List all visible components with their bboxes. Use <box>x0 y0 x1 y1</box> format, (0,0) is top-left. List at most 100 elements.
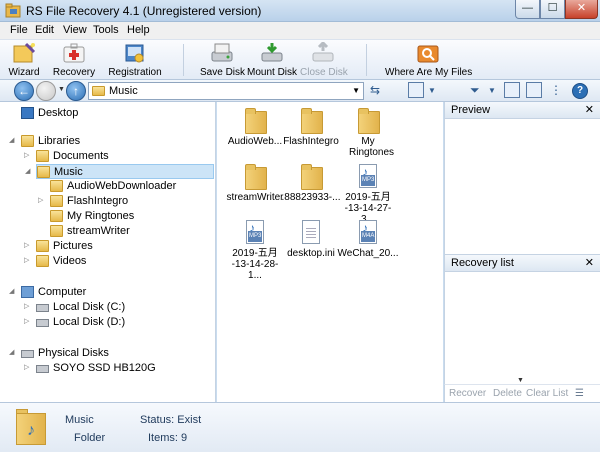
up-button[interactable]: ↑ <box>66 81 86 101</box>
tree-item-audiowebdownloader[interactable]: AudioWebDownloader <box>50 179 210 194</box>
registration-key-icon <box>125 44 144 63</box>
recovery-list-pane: Recovery list ✕ ▼ <box>444 254 600 384</box>
delete-button[interactable]: Delete <box>493 388 522 399</box>
registration-button[interactable]: Registration <box>106 41 164 79</box>
save-disk-icon <box>211 43 233 62</box>
options-icon[interactable]: ⋮ <box>550 83 562 97</box>
mount-disk-button[interactable]: Mount Disk <box>247 41 297 79</box>
close-disk-icon <box>312 42 334 62</box>
menu-edit[interactable]: Edit <box>35 24 54 36</box>
libraries-icon <box>21 135 34 147</box>
close-icon[interactable]: ✕ <box>585 103 594 116</box>
file-item[interactable]: ♪ MP3 2019-五月 -13-14-27-3... <box>335 164 401 225</box>
folder-icon <box>245 108 267 134</box>
clear-list-button[interactable]: Clear List <box>526 388 568 399</box>
view-mode-icon[interactable] <box>408 82 424 98</box>
tree-item-documents[interactable]: ▷ Documents <box>24 149 206 164</box>
menu-bar: File Edit View Tools Help <box>0 22 600 39</box>
window-title: RS File Recovery 4.1 (Unregistered versi… <box>26 4 262 18</box>
expand-icon[interactable]: ▷ <box>24 363 29 371</box>
music-library-icon <box>37 166 50 178</box>
recovery-list-toolbar: Recover Delete Clear List ☰ <box>444 384 600 402</box>
preview-header: Preview ✕ <box>445 102 600 119</box>
where-are-my-files-button[interactable]: Where Are My Files <box>385 41 472 79</box>
selected-type: Folder <box>74 432 106 444</box>
preview-pane-toggle-icon[interactable] <box>504 82 520 98</box>
close-button[interactable]: ✕ <box>565 0 598 19</box>
filter-dropdown-icon[interactable]: ▼ <box>488 86 496 95</box>
tree-item-ssd[interactable]: ▷ SOYO SSD HB120G <box>24 361 206 376</box>
selected-item-count: Items: 9 <box>148 432 188 444</box>
selected-name: Music <box>65 414 94 426</box>
arrow-left-icon: ← <box>18 84 30 98</box>
mp3-file-icon: ♪ MP3 <box>246 220 264 244</box>
forward-button[interactable] <box>36 81 56 101</box>
filter-icon[interactable]: ⏷ <box>470 83 480 98</box>
collapse-icon[interactable]: ◢ <box>25 167 30 175</box>
file-list: AudioWeb... FlashIntegro My Ringtones st… <box>217 102 443 402</box>
close-icon[interactable]: ✕ <box>585 256 594 269</box>
minimize-button[interactable]: — <box>515 0 540 19</box>
refresh-icon[interactable]: ⇆ <box>370 83 380 97</box>
pictures-icon <box>36 240 49 252</box>
tree-item-libraries[interactable]: ◢ Libraries <box>9 134 201 149</box>
file-item[interactable]: ♪ M4A WeChat_20... <box>335 220 401 259</box>
expand-icon[interactable]: ▷ <box>24 317 29 325</box>
history-dropdown-icon[interactable]: ▼ <box>58 86 65 93</box>
tree-item-disk-c[interactable]: ▷ Local Disk (C:) <box>24 300 206 315</box>
selected-status: Status: Exist <box>140 414 202 426</box>
documents-icon <box>36 150 49 162</box>
preview-pane: Preview ✕ <box>444 102 600 254</box>
list-options-icon[interactable]: ☰ <box>575 388 584 399</box>
expand-icon[interactable]: ▷ <box>24 302 29 310</box>
videos-icon <box>36 255 49 267</box>
help-icon[interactable]: ? <box>572 83 588 99</box>
tree-item-disk-d[interactable]: ▷ Local Disk (D:) <box>24 315 206 330</box>
back-button[interactable]: ← <box>14 81 34 101</box>
collapse-icon[interactable]: ◢ <box>9 348 14 356</box>
file-item[interactable]: My Ringtones <box>335 108 401 158</box>
folder-icon <box>50 225 63 237</box>
arrow-up-icon: ↑ <box>73 84 79 98</box>
expand-icon[interactable]: ▷ <box>24 241 29 249</box>
preview-title: Preview <box>451 104 491 116</box>
tree-item-desktop[interactable]: Desktop <box>21 106 201 121</box>
save-disk-button[interactable]: Save Disk <box>200 41 245 79</box>
tree-item-music[interactable]: ◢ Music <box>25 164 214 179</box>
folder-icon <box>301 108 323 134</box>
collapse-icon[interactable]: ◢ <box>9 136 14 144</box>
expand-icon[interactable]: ▷ <box>24 151 29 159</box>
folder-icon <box>92 86 105 96</box>
address-field[interactable]: Music ▼ <box>88 82 364 100</box>
save-icon[interactable] <box>526 82 542 98</box>
close-disk-button[interactable]: Close Disk <box>300 41 348 79</box>
tree-item-videos[interactable]: ▷ Videos <box>24 254 206 269</box>
collapse-icon[interactable]: ◢ <box>9 287 14 295</box>
folder-icon <box>50 180 63 192</box>
recover-dropdown-icon[interactable]: ▼ <box>517 377 524 384</box>
folder-icon <box>245 164 267 190</box>
menu-view[interactable]: View <box>63 24 87 36</box>
tree-item-streamwriter[interactable]: streamWriter <box>50 224 210 239</box>
menu-tools[interactable]: Tools <box>93 24 119 36</box>
chevron-down-icon[interactable]: ▼ <box>352 86 360 95</box>
music-folder-icon: ♪ <box>16 409 46 445</box>
view-dropdown-icon[interactable]: ▼ <box>428 86 436 95</box>
menu-file[interactable]: File <box>10 24 28 36</box>
tree-item-flashintegro[interactable]: ▷ FlashIntegro <box>38 194 210 209</box>
maximize-button[interactable]: ☐ <box>540 0 565 19</box>
recover-button[interactable]: Recover <box>449 388 486 399</box>
tree-item-my-ringtones[interactable]: My Ringtones <box>50 209 210 224</box>
first-aid-icon <box>63 43 85 63</box>
expand-icon[interactable]: ▷ <box>38 196 43 204</box>
tree-item-physical-disks[interactable]: ◢ Physical Disks <box>9 346 201 361</box>
wizard-button[interactable]: Wizard <box>4 41 44 79</box>
m4a-file-icon: ♪ M4A <box>359 220 377 244</box>
expand-icon[interactable]: ▷ <box>24 256 29 264</box>
physical-disk-icon <box>21 350 34 358</box>
main-toolbar: Wizard Recovery Registration Save Disk M… <box>0 39 600 80</box>
tree-item-pictures[interactable]: ▷ Pictures <box>24 239 206 254</box>
recovery-button[interactable]: Recovery <box>52 41 96 79</box>
menu-help[interactable]: Help <box>127 24 150 36</box>
tree-item-computer[interactable]: ◢ Computer <box>9 285 201 300</box>
